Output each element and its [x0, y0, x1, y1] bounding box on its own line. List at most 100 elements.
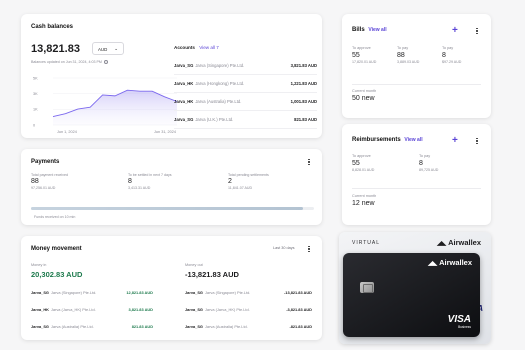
reimbursements-title-label: Reimbursements — [352, 137, 401, 143]
payments-progress-bar — [31, 207, 314, 210]
summary-stat[interactable]: To pay 88 3,889.03 AUD — [397, 46, 419, 64]
account-code: Jarva_HK — [174, 81, 194, 86]
movement-row-amount: -3,821.83 AUD — [286, 307, 312, 312]
movement-row-entity: Jarva (Australia) Pte.Ltd. — [50, 324, 94, 329]
movement-row-entity: Jarva (Singapore) Pte.Ltd. — [204, 290, 251, 295]
payments-progress-fill — [31, 207, 303, 210]
payments-more-menu[interactable] — [306, 157, 312, 167]
summary-stat[interactable]: To approve 55 8,828.01 AUD — [352, 154, 374, 172]
movement-row-code: Jarva_SG — [31, 290, 49, 295]
add-bill-button[interactable]: + — [452, 26, 458, 36]
currency-value: AUD — [98, 46, 108, 52]
movement-row[interactable]: Jarva_SG Jarva (Australia) Pte.Ltd. 821.83… — [31, 324, 153, 329]
movement-row[interactable]: Jarva_SG Jarva (Australia) Pte.Ltd. -821.8… — [185, 324, 312, 329]
payments-note: Funds received on 10 min — [34, 215, 76, 219]
summary-stat-value: 55 — [352, 52, 360, 59]
chart-y-tick-label: 5K — [33, 76, 38, 80]
movement-row-amount: 821.83 AUD — [131, 324, 153, 329]
bills-month-label: Current month — [352, 89, 377, 93]
reimbursements-view-all-link[interactable]: View all — [404, 137, 422, 143]
money-out-value: -13,821.83 AUD — [185, 270, 239, 279]
bills-divider — [352, 84, 481, 85]
movement-row[interactable]: Jarva_HK Jarva (Jarva_HK) Pte.Ltd. 3,821.8… — [31, 307, 153, 312]
physical-card-visa: VISA Business — [448, 315, 471, 330]
physical-card-brand: ◢◣ Airwallex — [428, 258, 472, 267]
reimbursements-divider — [352, 188, 481, 189]
payment-stat: Total pending settlements 2 11,841.07 AUD — [228, 173, 269, 190]
summary-stat-amount: $97.29 AUD — [442, 60, 462, 64]
payment-stat-amount: 3,413.31 AUD — [128, 186, 151, 190]
summary-stat-value: 55 — [352, 160, 360, 167]
bills-title-label: Bills — [352, 27, 365, 33]
currency-select[interactable]: AUD ⌄ — [92, 42, 124, 55]
movement-row-code: Jarva_SG — [185, 324, 203, 329]
physical-card[interactable]: ◢◣ Airwallex VISA Business — [343, 253, 480, 337]
payment-stat-label: Total payment received — [31, 173, 68, 177]
chart-x-end-label: Jun 31, 2024 — [154, 130, 176, 134]
payment-stat-label: To be settled in next 7 days — [128, 173, 172, 177]
movement-row-amount: 3,821.83 AUD — [128, 307, 153, 312]
movement-row-amount: -13,821.83 AUD — [284, 290, 312, 295]
movement-row-amount: 12,821.83 AUD — [126, 290, 153, 295]
money-in-label: Money in — [31, 263, 47, 267]
account-code: Jarva_SG — [174, 63, 194, 68]
summary-stat[interactable]: To pay 8 $97.29 AUD — [442, 46, 461, 64]
movement-row-code: Jarva_HK — [31, 307, 49, 312]
summary-stat-label: To approve — [352, 154, 371, 158]
bills-view-all-link[interactable]: View all — [368, 27, 386, 33]
payment-stat-value: 8 — [128, 178, 132, 185]
movement-row-code: Jarva_SG — [31, 324, 49, 329]
account-name: Jarva_SG Jarva (U.K.) Pte.Ltd. — [174, 117, 233, 122]
account-code: Jarva_SG — [174, 117, 194, 122]
account-name: Jarva_SG Jarva (Singapore) Pte.Ltd. — [174, 63, 244, 68]
accounts-header: Accounts View all 7 — [174, 45, 219, 50]
balance-updated-label: Balances updated on Jun 31, 2024, 4:03 P… — [31, 60, 102, 64]
movement-row[interactable]: Jarva_SG Jarva (Jarva_HK) Pte.Ltd. -3,821.… — [185, 307, 312, 312]
reimbursements-month-label: Current month — [352, 194, 377, 198]
money-movement-card: Money movement Last 30 days Money in 20,… — [21, 236, 322, 340]
add-reimbursement-button[interactable]: + — [452, 136, 458, 146]
account-amount: 821.83 AUD — [294, 117, 317, 122]
airwallex-logo-icon: ◢◣ — [428, 261, 438, 267]
money-out-label: Money out — [185, 263, 203, 267]
chart-y-tick-label: 1K — [33, 108, 38, 112]
chip-icon — [360, 282, 374, 293]
account-amount: 1,221.83 AUD — [290, 81, 317, 86]
payment-stat-value: 2 — [228, 178, 232, 185]
airwallex-logo-icon: ◢◣ — [437, 241, 447, 247]
movement-row-code: Jarva_SG — [185, 307, 203, 312]
movement-row-code: Jarva_SG — [185, 290, 203, 295]
info-icon — [103, 60, 108, 65]
reimbursements-more-menu[interactable] — [474, 136, 480, 146]
summary-stat-value: 8 — [419, 160, 423, 167]
account-row[interactable]: Jarva_SG Jarva (U.K.) Pte.Ltd. 821.83 AUD — [174, 112, 317, 129]
chart-y-tick-label: 0 — [33, 123, 35, 127]
bills-title: Bills View all — [352, 27, 387, 33]
chart-y-tick-label: 3K — [33, 92, 38, 96]
period-select[interactable]: Last 30 days — [273, 246, 295, 250]
account-name: Jarva_HK Jarva (Hongkong) Pte.Ltd. — [174, 81, 244, 86]
summary-stat-amount: 17,820.01 AUD — [352, 60, 377, 64]
summary-stat-label: To approve — [352, 46, 371, 50]
payment-stat-value: 88 — [31, 178, 39, 185]
account-row[interactable]: Jarva_HK Jarva (Australia) Pte.Ltd. 1,001.… — [174, 94, 317, 111]
account-row[interactable]: Jarva_HK Jarva (Hongkong) Pte.Ltd. 1,221.8… — [174, 76, 317, 93]
virtual-card-label: VIRTUAL — [352, 240, 381, 246]
summary-stat[interactable]: To approve 55 17,820.01 AUD — [352, 46, 376, 64]
movement-row-entity: Jarva (Singapore) Pte.Ltd. — [50, 290, 97, 295]
summary-stat-label: To pay — [419, 154, 431, 158]
accounts-label: Accounts — [174, 45, 195, 50]
view-all-accounts-link[interactable]: View all 7 — [199, 45, 219, 50]
summary-stat[interactable]: To pay 8 89,725 AUD — [419, 154, 438, 172]
summary-stat-amount: 89,725 AUD — [419, 168, 439, 172]
summary-stat-value: 88 — [397, 52, 405, 59]
account-row[interactable]: Jarva_SG Jarva (Singapore) Pte.Ltd. 3,821.… — [174, 58, 317, 75]
bills-more-menu[interactable] — [474, 26, 480, 36]
movement-row[interactable]: Jarva_SG Jarva (Singapore) Pte.Ltd. 12,821… — [31, 290, 153, 295]
payment-stat: Total payment received 88 97,256.01 AUD — [31, 173, 68, 190]
cash-balance-chart: 5K 3K 1K 0 Jun 1, 2024 Jun 31, 2024 — [33, 76, 178, 134]
chevron-down-icon: ⌄ — [114, 46, 118, 51]
total-balance: 13,821.83 — [31, 43, 80, 55]
money-movement-more-menu[interactable] — [306, 244, 312, 254]
movement-row[interactable]: Jarva_SG Jarva (Singapore) Pte.Ltd. -13,82… — [185, 290, 312, 295]
